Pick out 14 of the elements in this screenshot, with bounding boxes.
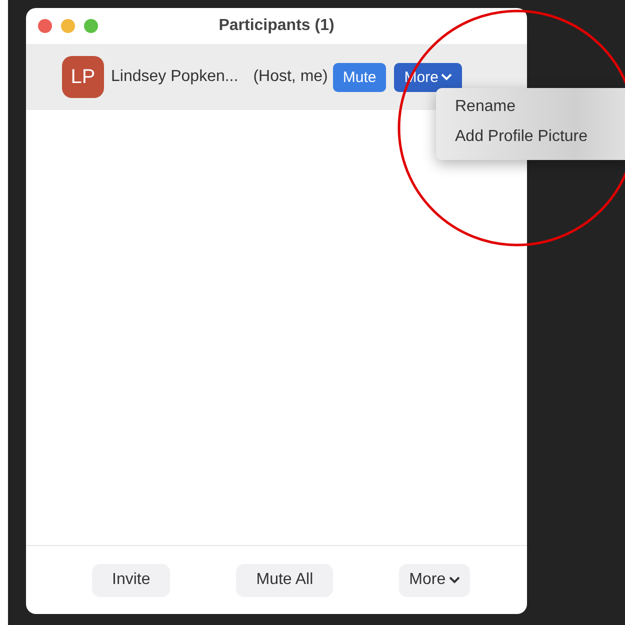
chevron-down-icon (441, 73, 452, 81)
avatar: LP (62, 56, 104, 98)
zoom-button[interactable] (84, 19, 98, 33)
window-title: Participants (1) (218, 17, 334, 35)
footer-button[interactable]: Mute All (236, 564, 334, 596)
footer-button[interactable]: More (399, 564, 470, 596)
close-button[interactable] (38, 19, 52, 33)
chevron-down-icon (448, 576, 460, 584)
participant-role: (Host, me) (253, 68, 328, 86)
footer-button[interactable]: Invite (92, 564, 170, 596)
menu-item[interactable]: Add Profile Picture (455, 124, 588, 150)
mute-button[interactable]: Mute (332, 62, 386, 92)
participant-name: Lindsey Popken... (111, 68, 238, 86)
minimize-button[interactable] (61, 19, 75, 33)
